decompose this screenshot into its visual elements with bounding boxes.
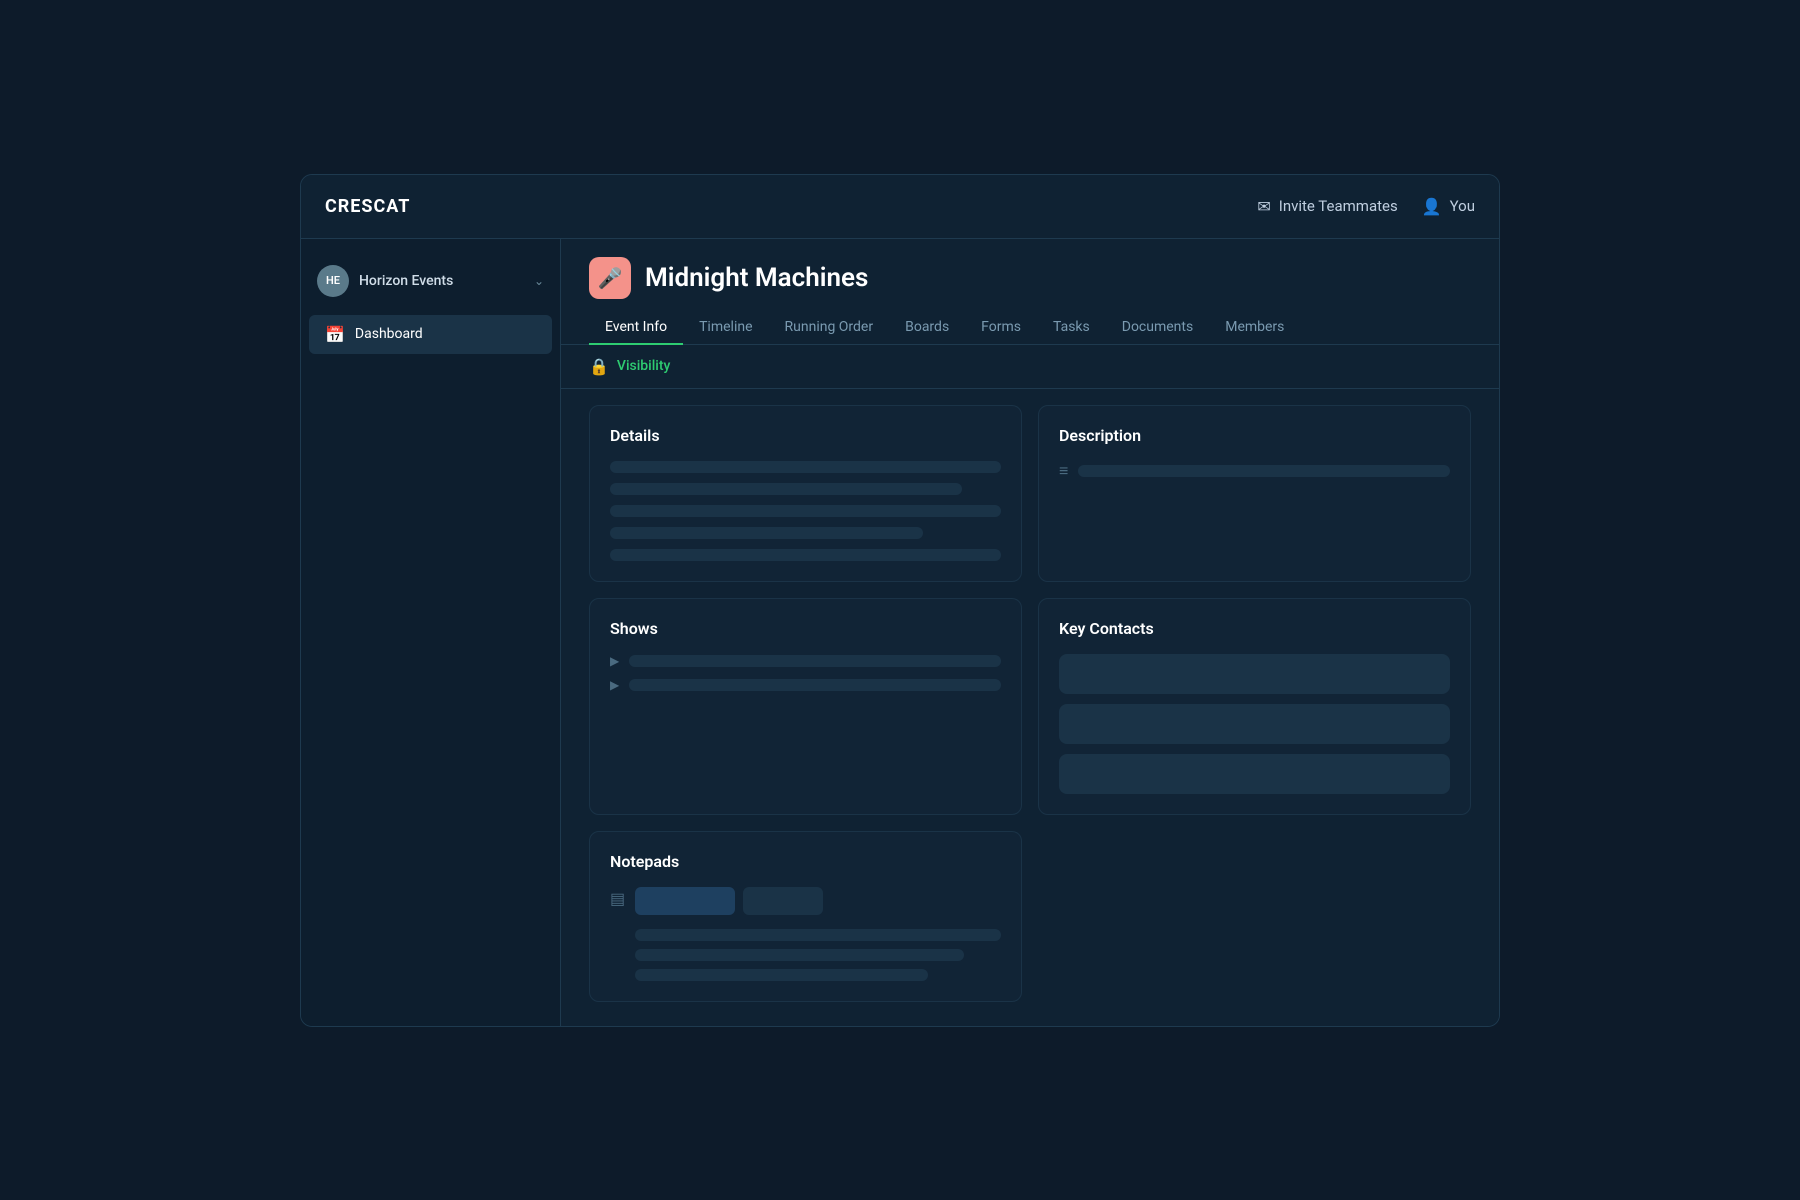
microphone-icon: 🎤 [598, 266, 623, 290]
skeleton-bar [1059, 654, 1450, 694]
notepad-tabs [635, 887, 1001, 915]
nav-tabs: Event Info Timeline Running Order Boards… [561, 299, 1499, 345]
description-row: ≡ [1059, 461, 1450, 481]
menu-lines-icon: ≡ [1059, 461, 1068, 481]
notepads-title: Notepads [610, 852, 1001, 871]
tab-documents[interactable]: Documents [1106, 311, 1209, 345]
skeleton-bar [610, 527, 923, 539]
skeleton-bar [610, 549, 1001, 561]
tab-forms[interactable]: Forms [965, 311, 1037, 345]
notepad-tab-inactive[interactable] [743, 887, 823, 915]
show-row: ▶ [610, 654, 1001, 668]
event-icon: 🎤 [589, 257, 631, 299]
top-header: CRESCAT ✉ Invite Teammates 👤 You [301, 175, 1499, 239]
shows-card: Shows ▶ ▶ [589, 598, 1022, 815]
chevron-down-icon: ⌄ [534, 274, 544, 288]
org-avatar: HE [317, 265, 349, 297]
notepad-icon: ▤ [610, 889, 625, 908]
skeleton-bar [610, 483, 962, 495]
event-title: Midnight Machines [645, 263, 868, 293]
play-icon: ▶ [610, 678, 619, 692]
cards-grid: Details Description ≡ [561, 389, 1499, 1026]
shows-title: Shows [610, 619, 1001, 638]
skeleton-bar [635, 949, 964, 961]
sidebar-item-label: Dashboard [355, 326, 423, 342]
tab-members[interactable]: Members [1209, 311, 1300, 345]
show-row: ▶ [610, 678, 1001, 692]
skeleton-bar [1059, 754, 1450, 794]
sidebar: HE Horizon Events ⌄ 📅 Dashboard [301, 239, 561, 1026]
key-contacts-card: Key Contacts [1038, 598, 1471, 815]
details-title: Details [610, 426, 1001, 445]
calendar-icon: 📅 [325, 325, 345, 344]
tab-timeline[interactable]: Timeline [683, 311, 768, 345]
main-layout: HE Horizon Events ⌄ 📅 Dashboard 🎤 Midnig… [301, 239, 1499, 1026]
lock-icon: 🔒 [589, 357, 609, 376]
skeleton-bar [610, 505, 1001, 517]
sidebar-item-dashboard[interactable]: 📅 Dashboard [309, 315, 552, 354]
skeleton-bar [1059, 704, 1450, 744]
notepad-content [635, 887, 1001, 981]
notepad-tab-active[interactable] [635, 887, 735, 915]
tab-event-info[interactable]: Event Info [589, 311, 683, 345]
visibility-bar: 🔒 Visibility [561, 345, 1499, 389]
skeleton-bar [635, 969, 928, 981]
description-title: Description [1059, 426, 1450, 445]
skeleton-bar [635, 929, 1001, 941]
user-button[interactable]: 👤 You [1422, 197, 1475, 216]
org-name: Horizon Events [359, 273, 524, 289]
visibility-label: Visibility [617, 358, 670, 374]
skeleton-bar [610, 461, 1001, 473]
invite-teammates-button[interactable]: ✉ Invite Teammates [1257, 197, 1397, 216]
brand-name: CRESCAT [325, 196, 410, 217]
header-actions: ✉ Invite Teammates 👤 You [1257, 197, 1475, 216]
details-card: Details [589, 405, 1022, 582]
tab-tasks[interactable]: Tasks [1037, 311, 1106, 345]
tab-boards[interactable]: Boards [889, 311, 965, 345]
event-header: 🎤 Midnight Machines [561, 239, 1499, 299]
description-card: Description ≡ [1038, 405, 1471, 582]
user-label: You [1450, 197, 1475, 215]
play-icon: ▶ [610, 654, 619, 668]
app-container: CRESCAT ✉ Invite Teammates 👤 You HE Hori… [300, 174, 1500, 1027]
content-area: 🎤 Midnight Machines Event Info Timeline … [561, 239, 1499, 1026]
mail-icon: ✉ [1257, 197, 1270, 216]
user-icon: 👤 [1422, 197, 1442, 216]
org-selector[interactable]: HE Horizon Events ⌄ [301, 255, 560, 307]
invite-label: Invite Teammates [1279, 197, 1398, 215]
tab-running-order[interactable]: Running Order [769, 311, 890, 345]
key-contacts-title: Key Contacts [1059, 619, 1450, 638]
notepads-card: Notepads ▤ [589, 831, 1022, 1002]
notepad-row: ▤ [610, 887, 1001, 981]
